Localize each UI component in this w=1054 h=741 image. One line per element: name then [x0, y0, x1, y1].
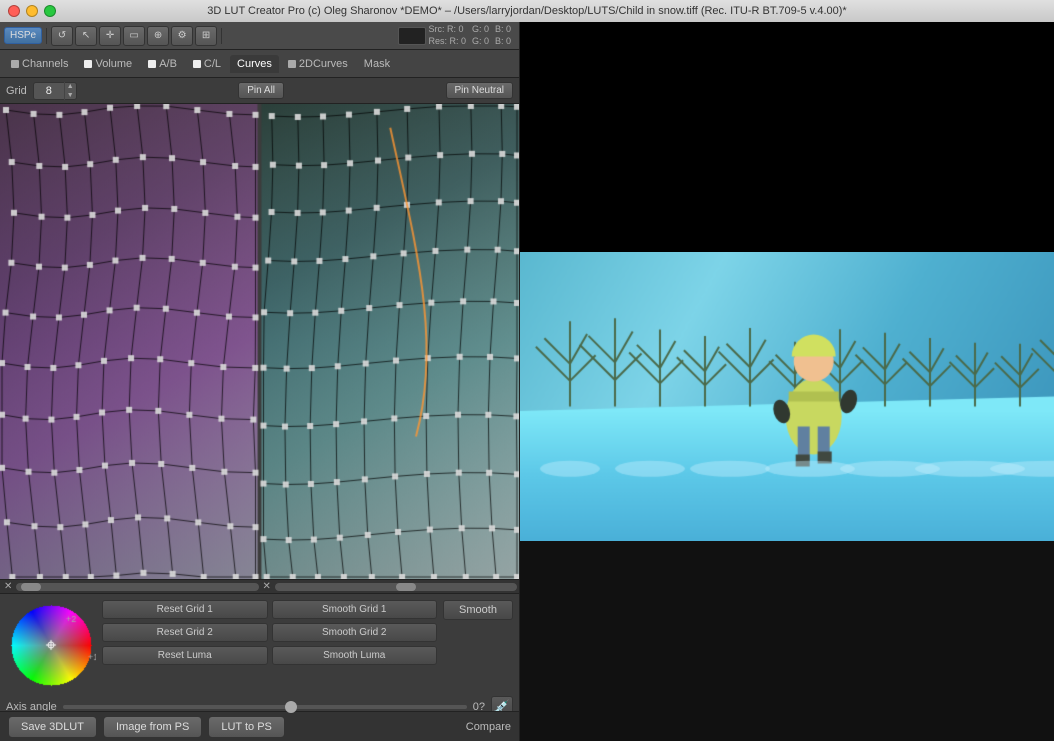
res-b: B: 0: [495, 36, 511, 48]
tab-dot-cl: [193, 60, 201, 68]
save-3dlut-button[interactable]: Save 3DLUT: [8, 716, 97, 738]
grid-label: Grid: [6, 85, 27, 97]
image-from-ps-button[interactable]: Image from PS: [103, 716, 202, 738]
preview-top-black: [520, 22, 1054, 252]
close-button[interactable]: [8, 5, 20, 17]
tab-2dcurves[interactable]: 2DCurves: [281, 55, 355, 73]
smooth-grid-2-button[interactable]: Smooth Grid 2: [272, 623, 438, 642]
maximize-button[interactable]: [44, 5, 56, 17]
window-title: 3D LUT Creator Pro (c) Oleg Sharonov *DE…: [207, 5, 846, 17]
minimize-button[interactable]: [26, 5, 38, 17]
grid-btn-row-2: Reset Grid 2 Smooth Grid 2: [102, 623, 437, 642]
spin-arrows: ▲ ▼: [64, 82, 76, 100]
zoom-icon[interactable]: ⊕: [147, 26, 169, 46]
pin-all-button[interactable]: Pin All: [238, 82, 284, 99]
grid-canvas-area[interactable]: [0, 104, 519, 579]
src-g-info: G: 0 G: 0: [472, 24, 489, 47]
hsp-wheel-canvas[interactable]: [6, 600, 96, 690]
smooth-button[interactable]: Smooth: [443, 600, 513, 620]
scroll-cross-right[interactable]: ✕: [261, 581, 273, 592]
scroll-thumb-left[interactable]: [21, 583, 41, 591]
preview-bottom-black: [520, 541, 1054, 741]
grid-icon[interactable]: ⊞: [195, 26, 217, 46]
crosshair-icon[interactable]: ✛: [99, 26, 121, 46]
preview-image-area: [520, 252, 1054, 541]
toolbar: HSPe ↺ ↖ ✛ ▭ ⊕ ⚙ ⊞ Src: R: 0 Res: R: 0 G…: [0, 22, 519, 50]
reset-luma-button[interactable]: Reset Luma: [102, 646, 268, 665]
spin-down[interactable]: ▼: [65, 91, 76, 100]
src-g: G: 0: [472, 24, 489, 36]
tab-dot-ab: [148, 60, 156, 68]
rotate-icon[interactable]: ↺: [51, 26, 73, 46]
reset-grid-1-button[interactable]: Reset Grid 1: [102, 600, 268, 619]
tab-curves[interactable]: Curves: [230, 55, 279, 73]
pin-neutral-button[interactable]: Pin Neutral: [446, 82, 513, 99]
axis-angle-slider[interactable]: [63, 705, 467, 709]
res-r: Res: R: 0: [428, 36, 466, 48]
tab-dot-channels: [11, 60, 19, 68]
lut-to-ps-button[interactable]: LUT to PS: [208, 716, 285, 738]
hsp-mode-button[interactable]: HSPe: [4, 27, 42, 44]
tab-channels[interactable]: Channels: [4, 55, 75, 73]
tab-dot-2dcurves: [288, 60, 296, 68]
toolbar-separator: [46, 28, 47, 44]
grid-btn-row-3: Reset Luma Smooth Luma: [102, 646, 437, 665]
select-icon[interactable]: ▭: [123, 26, 145, 46]
tab-volume[interactable]: Volume: [77, 55, 139, 73]
toolbar-separator-2: [221, 28, 222, 44]
smooth-luma-button[interactable]: Smooth Luma: [272, 646, 438, 665]
compare-button[interactable]: Compare: [466, 721, 511, 733]
scroll-cross-left[interactable]: ✕: [2, 581, 14, 592]
scroll-thumb-right[interactable]: [396, 583, 416, 591]
spin-up[interactable]: ▲: [65, 82, 76, 91]
main-layout: HSPe ↺ ↖ ✛ ▭ ⊕ ⚙ ⊞ Src: R: 0 Res: R: 0 G…: [0, 22, 1054, 741]
grid-btn-row-1: Reset Grid 1 Smooth Grid 1: [102, 600, 437, 619]
bottom-bar: Save 3DLUT Image from PS LUT to PS Compa…: [0, 711, 519, 741]
bottom-controls: Reset Grid 1 Smooth Grid 1 Reset Grid 2 …: [0, 593, 519, 711]
src-r: Src: R: 0: [428, 24, 466, 36]
smooth-grid-1-button[interactable]: Smooth Grid 1: [272, 600, 438, 619]
grid-controls: Grid ▲ ▼ Pin All Pin Neutral: [0, 78, 519, 104]
reset-grid-2-button[interactable]: Reset Grid 2: [102, 623, 268, 642]
tab-mask[interactable]: Mask: [357, 55, 397, 73]
titlebar: 3D LUT Creator Pro (c) Oleg Sharonov *DE…: [0, 0, 1054, 22]
tab-ab[interactable]: A/B: [141, 55, 184, 73]
tab-dot-volume: [84, 60, 92, 68]
src-b: B: 0: [495, 24, 511, 36]
hsp-wheel[interactable]: [6, 600, 96, 690]
left-panel: HSPe ↺ ↖ ✛ ▭ ⊕ ⚙ ⊞ Src: R: 0 Res: R: 0 G…: [0, 22, 520, 741]
src-b-info: B: 0 B: 0: [495, 24, 511, 47]
grid-spinner[interactable]: ▲ ▼: [33, 82, 77, 100]
grid-value-input[interactable]: [34, 85, 64, 97]
tabs-row: Channels Volume A/B C/L Curves 2DCurves: [0, 50, 519, 78]
src-info: Src: R: 0 Res: R: 0: [428, 24, 466, 47]
color-preview: [398, 27, 426, 45]
bottom-top-row: Reset Grid 1 Smooth Grid 1 Reset Grid 2 …: [6, 600, 513, 690]
preview-canvas: [520, 252, 1054, 541]
right-panel: [520, 22, 1054, 741]
titlebar-buttons: [8, 5, 56, 17]
settings-icon[interactable]: ⚙: [171, 26, 193, 46]
pointer-icon[interactable]: ↖: [75, 26, 97, 46]
canvas-scrollbar: ✕ ✕: [0, 579, 519, 593]
tab-cl[interactable]: C/L: [186, 55, 228, 73]
scroll-track-left[interactable]: [16, 583, 258, 591]
scroll-track-right[interactable]: [275, 583, 517, 591]
axis-angle-thumb[interactable]: [285, 701, 297, 713]
grid-canvas[interactable]: [0, 104, 519, 579]
res-g: G: 0: [472, 36, 489, 48]
grid-action-buttons: Reset Grid 1 Smooth Grid 1 Reset Grid 2 …: [102, 600, 437, 665]
